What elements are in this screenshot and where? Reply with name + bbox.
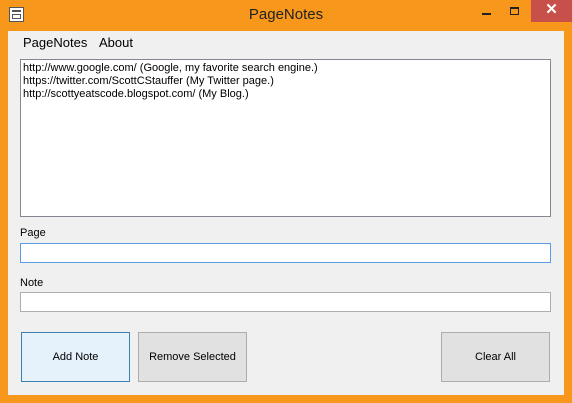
notes-list[interactable]: http://www.google.com/ (Google, my favor… — [20, 59, 551, 217]
list-item[interactable]: https://twitter.com/ScottCStauffer (My T… — [23, 75, 548, 88]
app-window: PageNotes ✕ PageNotes About http://www.g… — [0, 0, 572, 403]
menu-about[interactable]: About — [99, 35, 133, 50]
client-area: PageNotes About http://www.google.com/ (… — [8, 31, 564, 395]
clear-all-button[interactable]: Clear All — [441, 332, 550, 382]
list-item[interactable]: http://www.google.com/ (Google, my favor… — [23, 62, 548, 75]
note-input[interactable] — [20, 292, 551, 312]
close-icon[interactable]: ✕ — [531, 0, 572, 22]
minimize-icon[interactable] — [473, 0, 500, 22]
add-note-button[interactable]: Add Note — [21, 332, 130, 382]
page-label: Page — [20, 227, 46, 239]
page-input[interactable] — [20, 243, 551, 263]
remove-selected-button[interactable]: Remove Selected — [138, 332, 247, 382]
maximize-icon[interactable] — [502, 0, 529, 22]
title-bar[interactable]: PageNotes ✕ — [0, 0, 572, 31]
note-label: Note — [20, 277, 44, 289]
menu-pagenotes[interactable]: PageNotes — [23, 35, 87, 50]
menu-bar: PageNotes About — [8, 31, 564, 53]
list-item[interactable]: http://scottyeatscode.blogspot.com/ (My … — [23, 88, 548, 101]
